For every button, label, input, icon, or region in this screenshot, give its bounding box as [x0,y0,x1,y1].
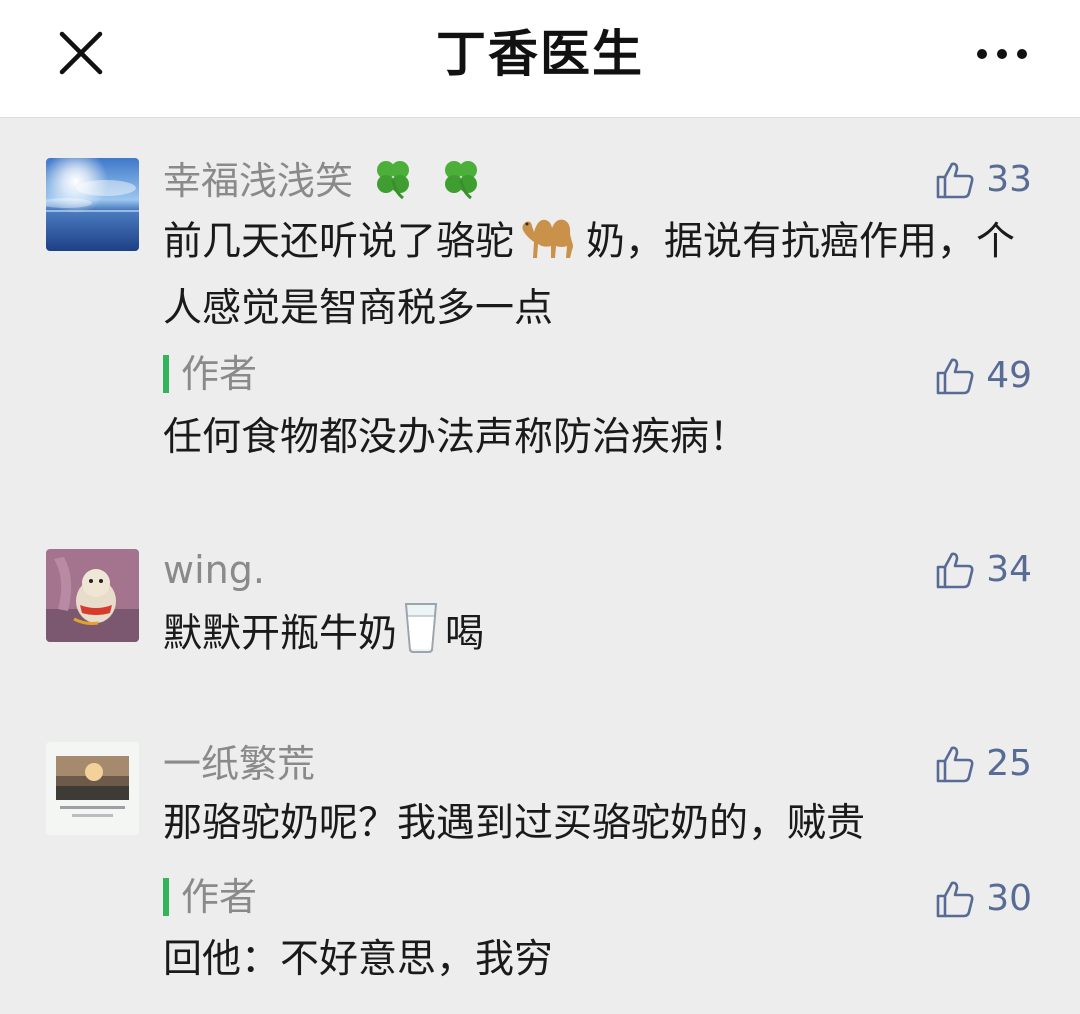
like-count: 30 [986,878,1032,919]
comment-text: 那骆驼奶呢？我遇到过买骆驼奶的，贼贵 [163,801,866,846]
author-indicator-bar [163,355,169,393]
like-count: 49 [986,355,1032,396]
author-reply-tag: 作者 [163,873,257,921]
like-button[interactable]: 30 [934,875,1032,923]
author-indicator-bar [163,878,169,916]
comment-nickname: 幸福浅浅笑 [163,156,489,211]
author-label: 作者 [181,352,258,396]
camel-icon [518,210,582,278]
thumbs-up-icon [936,746,974,783]
like-count: 25 [986,743,1032,784]
page-title: 丁香医生 [436,25,644,83]
comment-text: 默默开瓶牛奶 喝 [163,600,1023,672]
like-button[interactable]: 33 [934,156,1032,204]
comment-text-part: 默默开瓶牛奶 [163,611,398,657]
comment-nickname: wing. [163,548,265,592]
like-count: 34 [986,549,1032,590]
thumbs-up-icon [936,881,974,918]
avatar[interactable] [46,158,139,251]
avatar[interactable] [46,742,139,835]
like-count: 33 [986,159,1032,200]
author-label: 作者 [181,875,258,919]
comment-text: 前几天还听说了骆驼 奶，据说有抗癌作用，个人感觉是智商税多一点 [163,210,1023,339]
author-reply-tag: 作者 [163,350,257,398]
glass-of-milk-icon [401,600,441,672]
like-button[interactable]: 25 [934,740,1032,788]
more-dots-icon [977,49,1027,59]
nickname-text: 幸福浅浅笑 [163,159,354,203]
comment-text-part: 前几天还听说了骆驼 [163,219,515,265]
more-button[interactable] [968,30,1036,80]
comment-nickname: 一纸繁荒 [163,742,316,786]
four-leaf-clover-icon [437,156,485,211]
thumbs-up-icon [936,552,974,589]
like-button[interactable]: 34 [934,546,1032,594]
comment-text-part: 喝 [445,611,485,657]
thumbs-up-icon [936,358,974,395]
avatar[interactable] [46,549,139,642]
thumbs-up-icon [936,162,974,199]
four-leaf-clover-icon [369,156,417,211]
top-bar: 丁香医生 [0,0,1080,118]
author-reply-text: 回他：不好意思，我穷 [163,937,554,982]
comments-screen: 丁香医生 幸福浅浅笑 33 前几天还听说了骆驼 奶，据说有抗癌作用，个人感觉是智… [0,0,1080,1014]
like-button[interactable]: 49 [934,352,1032,400]
author-reply-text: 任何食物都没办法声称防治疾病！ [163,415,749,460]
